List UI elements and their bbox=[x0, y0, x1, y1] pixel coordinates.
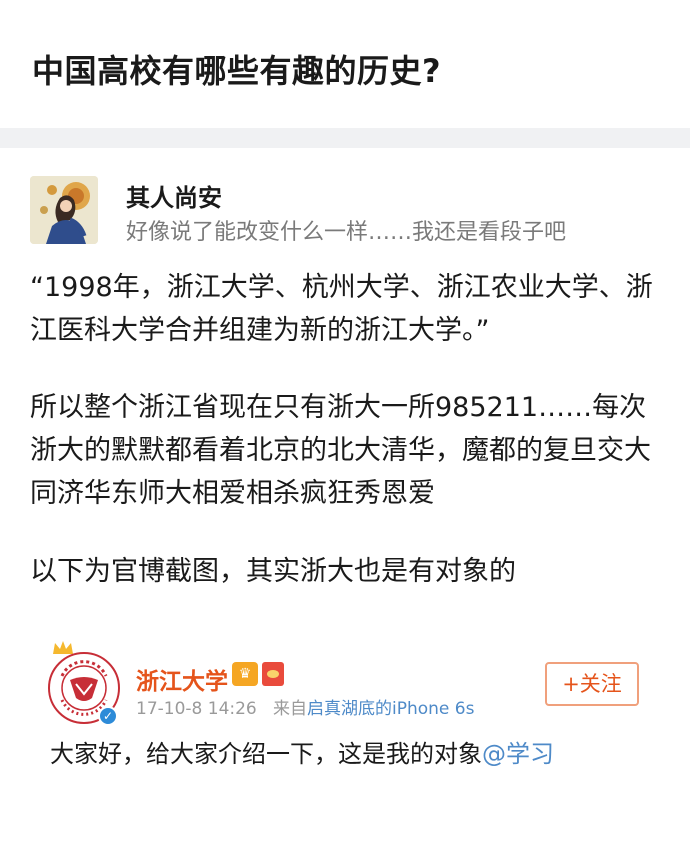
answer-paragraph: 所以整个浙江省现在只有浙大一所985211……每次浙大的默默都看着北京的北大清华… bbox=[30, 392, 651, 509]
verified-icon: ✓ bbox=[98, 706, 118, 726]
question-header: 中国高校有哪些有趣的历史? bbox=[0, 0, 690, 128]
follow-button[interactable]: +关注 bbox=[545, 662, 639, 706]
weibo-source-link[interactable]: 启真湖底的iPhone 6s bbox=[307, 699, 474, 719]
mention-link[interactable]: @学习 bbox=[482, 740, 554, 768]
red-packet-icon bbox=[262, 662, 284, 686]
section-divider bbox=[0, 128, 690, 148]
weibo-screenshot: ✓ 浙江大学 ♛ 17-10-8 14:26 来自启真湖底的iPhone 6s … bbox=[0, 630, 690, 848]
source-prefix: 来自 bbox=[272, 699, 307, 719]
answer-paragraph: “1998年，浙江大学、杭州大学、浙江农业大学、浙江医科大学合并组建为新的浙江大… bbox=[30, 272, 653, 346]
answer-author[interactable]: 其人尚安 好像说了能改变什么一样……我还是看段子吧 bbox=[30, 176, 670, 248]
weibo-user-name[interactable]: 浙江大学 bbox=[136, 662, 228, 696]
author-bio: 好像说了能改变什么一样……我还是看段子吧 bbox=[126, 220, 567, 245]
weibo-meta: 17-10-8 14:26 来自启真湖底的iPhone 6s bbox=[136, 694, 474, 719]
user-badges: ♛ bbox=[232, 662, 284, 686]
vip-crown-icon: ♛ bbox=[232, 662, 258, 686]
weibo-timestamp: 17-10-8 14:26 bbox=[136, 699, 257, 719]
avatar[interactable] bbox=[30, 176, 98, 244]
answer-paragraph: 以下为官博截图，其实浙大也是有对象的 bbox=[30, 556, 516, 587]
author-name[interactable]: 其人尚安 bbox=[126, 178, 222, 213]
weibo-text: 大家好，给大家介绍一下，这是我的对象@学习 bbox=[50, 734, 554, 769]
weibo-body: 大家好，给大家介绍一下，这是我的对象 bbox=[50, 740, 482, 768]
question-title[interactable]: 中国高校有哪些有趣的历史? bbox=[32, 46, 441, 92]
